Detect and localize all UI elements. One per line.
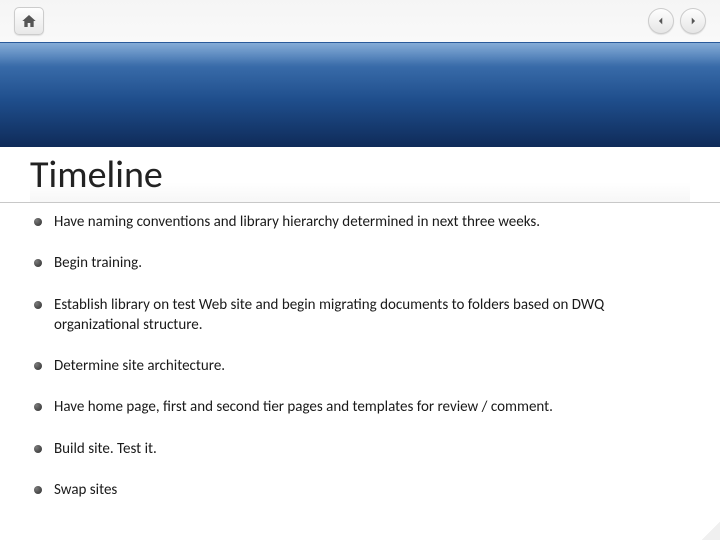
title-divider (0, 202, 720, 203)
toolbar (0, 0, 720, 42)
list-item: Establish library on test Web site and b… (34, 295, 690, 336)
prev-button[interactable] (648, 8, 674, 34)
list-item: Swap sites (34, 480, 690, 500)
list-item: Begin training. (34, 253, 690, 273)
page-curl-icon (702, 522, 720, 540)
slide: Timeline Have naming conventions and lib… (0, 0, 720, 540)
chevron-right-icon (688, 16, 698, 26)
header-banner (0, 42, 720, 147)
list-item: Determine site architecture. (34, 356, 690, 376)
nav-group (648, 8, 706, 34)
home-button[interactable] (14, 7, 44, 35)
page-title: Timeline (30, 152, 690, 202)
chevron-left-icon (656, 16, 666, 26)
list-item: Have home page, first and second tier pa… (34, 397, 690, 417)
bullet-list: Have naming conventions and library hier… (34, 212, 690, 500)
next-button[interactable] (680, 8, 706, 34)
content-area: Have naming conventions and library hier… (34, 212, 690, 520)
list-item: Have naming conventions and library hier… (34, 212, 690, 232)
home-icon (21, 13, 37, 29)
list-item: Build site. Test it. (34, 439, 690, 459)
